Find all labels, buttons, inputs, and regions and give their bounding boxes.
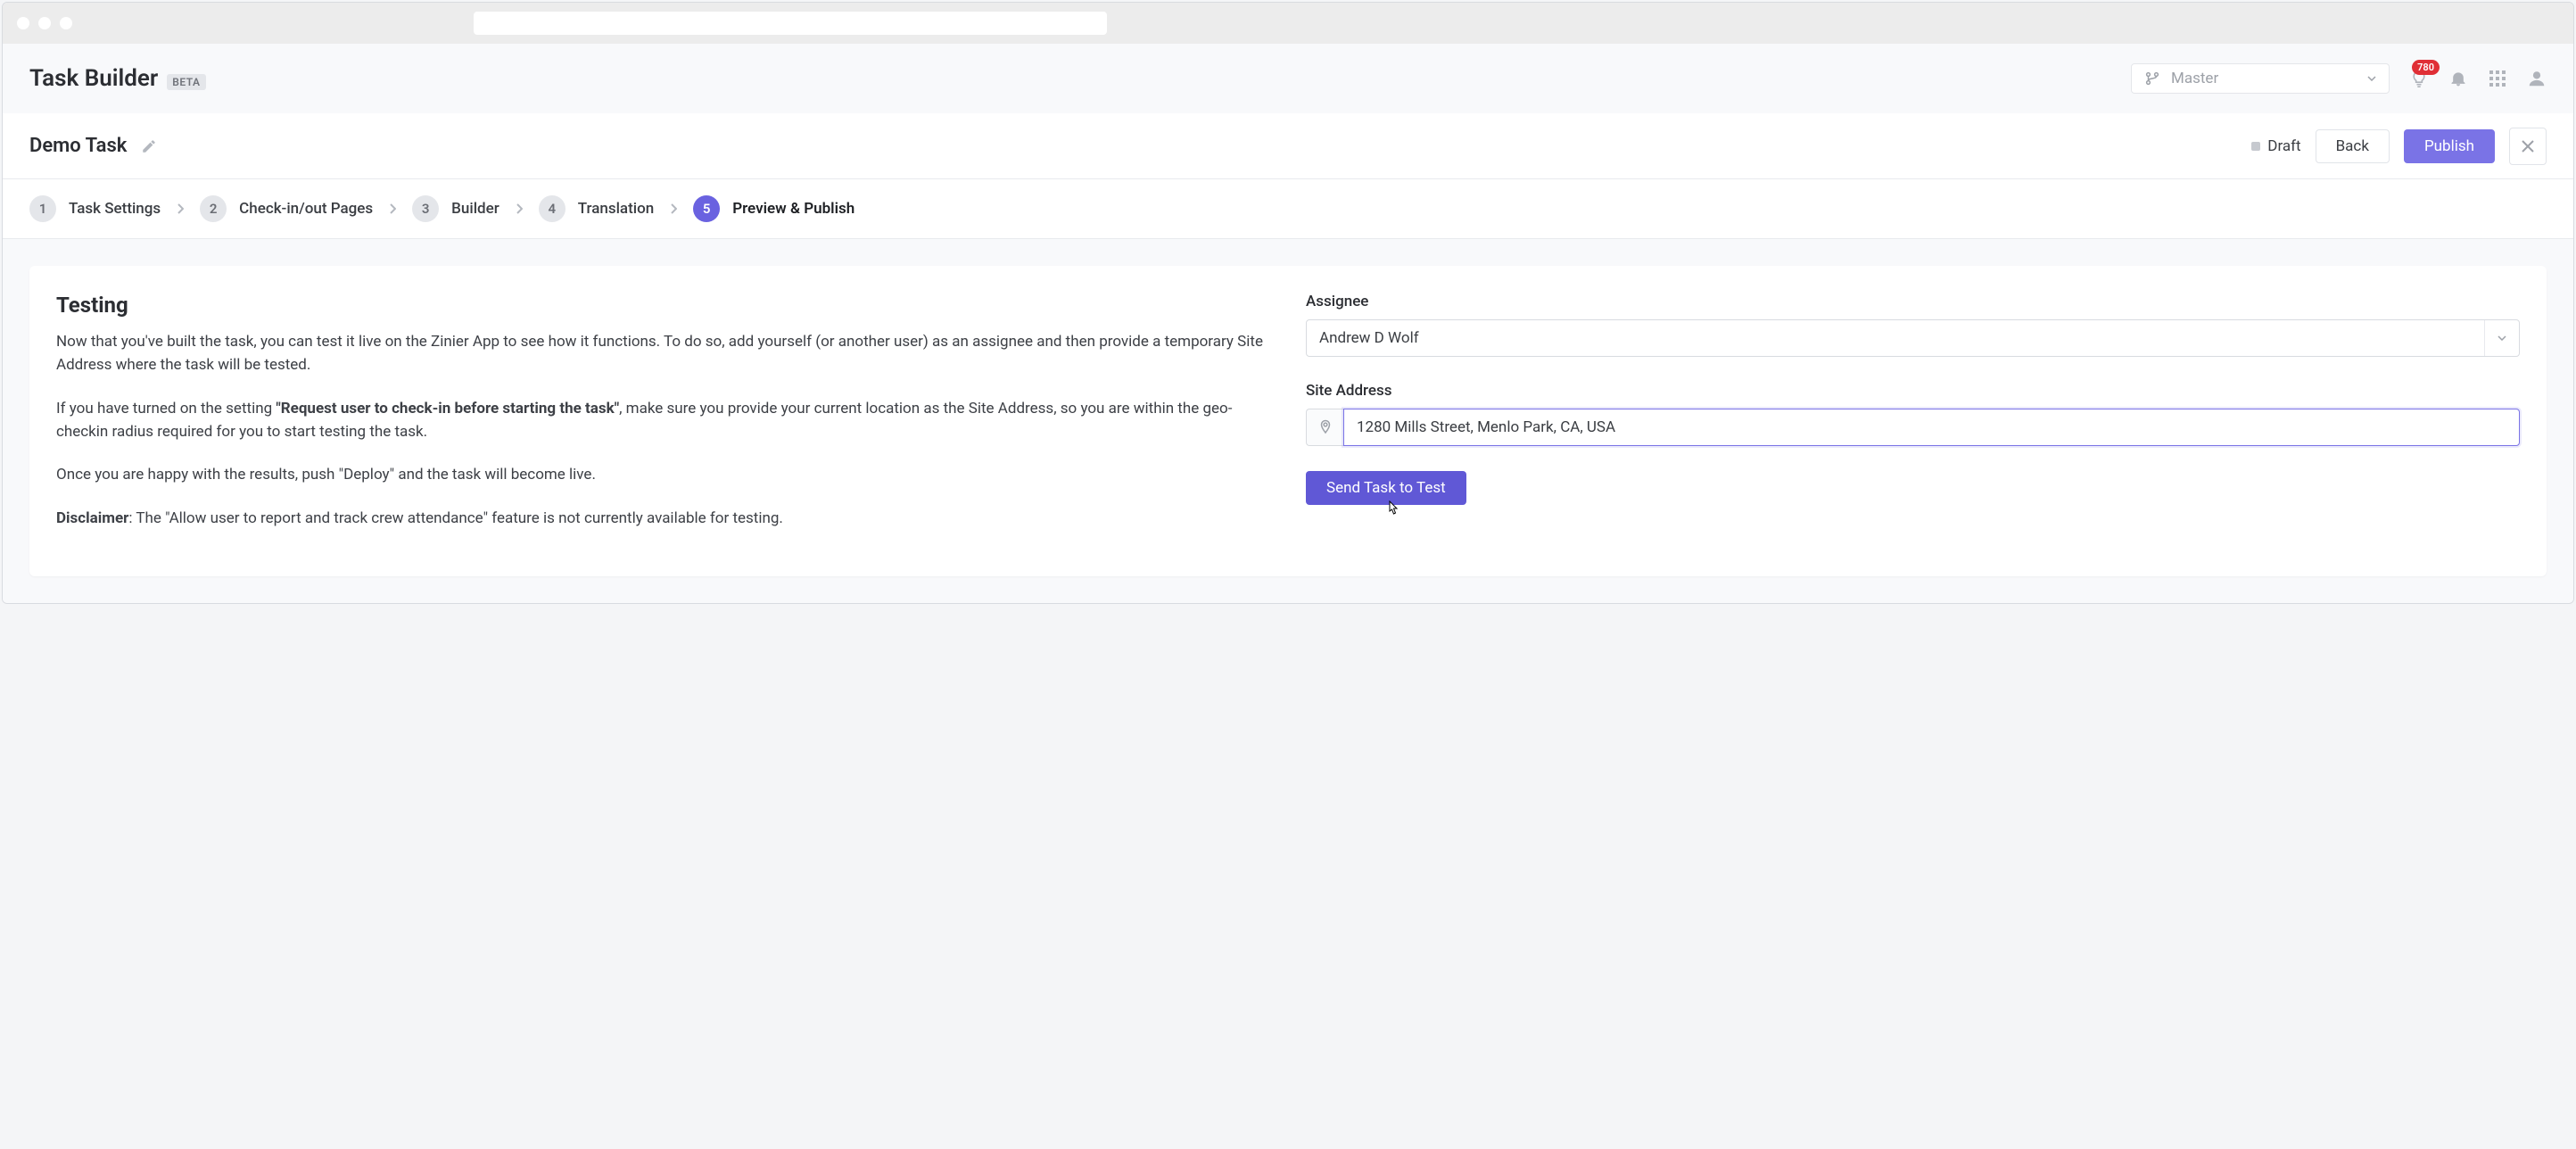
back-button[interactable]: Back: [2316, 129, 2390, 163]
status-indicator: Draft: [2251, 137, 2300, 155]
branch-select[interactable]: Master: [2131, 63, 2390, 94]
edit-task-name-button[interactable]: [141, 138, 157, 154]
omnibox[interactable]: [474, 12, 1107, 35]
step-preview-publish[interactable]: 5 Preview & Publish: [693, 195, 855, 222]
chevron-right-icon: [516, 203, 523, 214]
step-label: Preview & Publish: [732, 200, 855, 218]
notification-badge: 780: [2412, 60, 2440, 75]
task-bar: Demo Task Draft Back Publish: [3, 113, 2573, 179]
step-number: 3: [412, 195, 439, 222]
profile-button[interactable]: [2527, 69, 2547, 88]
step-number: 5: [693, 195, 720, 222]
task-title: Demo Task: [29, 135, 127, 157]
publish-button[interactable]: Publish: [2404, 129, 2495, 163]
assignee-label: Assignee: [1306, 293, 2520, 310]
window-dot: [38, 17, 51, 29]
window-dot: [60, 17, 72, 29]
text: : The "Allow user to report and track cr…: [128, 509, 783, 527]
bell-button[interactable]: [2448, 69, 2468, 88]
window-dot: [17, 17, 29, 29]
beta-badge: BETA: [167, 74, 205, 90]
step-number: 2: [200, 195, 227, 222]
chevron-right-icon: [389, 203, 396, 214]
main-content: Testing Now that you've built the task, …: [3, 239, 2573, 603]
lightbulb-button[interactable]: 780: [2409, 69, 2429, 88]
testing-p3: Once you are happy with the results, pus…: [56, 463, 1270, 486]
step-label: Task Settings: [69, 200, 161, 218]
caret-down-icon: [2484, 320, 2506, 356]
branch-icon: [2144, 70, 2160, 87]
step-number: 1: [29, 195, 56, 222]
testing-p4: Disclaimer: The "Allow user to report an…: [56, 507, 1270, 530]
stepper: 1 Task Settings 2 Check-in/out Pages 3 B…: [3, 179, 2573, 239]
step-translation[interactable]: 4 Translation: [539, 195, 654, 222]
status-dot: [2251, 142, 2260, 151]
step-task-settings[interactable]: 1 Task Settings: [29, 195, 161, 222]
apps-grid-button[interactable]: [2488, 69, 2507, 88]
site-address-label: Site Address: [1306, 382, 2520, 400]
testing-p2: If you have turned on the setting "Reque…: [56, 397, 1270, 444]
chevron-right-icon: [670, 203, 677, 214]
app-title: Task Builder: [29, 65, 158, 92]
close-button[interactable]: [2509, 128, 2547, 165]
browser-chrome: [3, 3, 2573, 44]
app-header: Task Builder BETA Master 780: [3, 44, 2573, 113]
testing-card: Testing Now that you've built the task, …: [29, 266, 2547, 576]
status-label: Draft: [2267, 137, 2300, 155]
cursor-pointer-icon: [1386, 500, 1400, 518]
step-label: Check-in/out Pages: [239, 200, 373, 218]
text: If you have turned on the setting: [56, 400, 276, 417]
testing-p1: Now that you've built the task, you can …: [56, 330, 1270, 377]
site-address-input[interactable]: [1343, 409, 2520, 446]
step-label: Builder: [451, 200, 500, 218]
chevron-right-icon: [177, 203, 184, 214]
assignee-select[interactable]: Andrew D Wolf: [1306, 319, 2520, 357]
branch-label: Master: [2171, 70, 2218, 87]
step-builder[interactable]: 3 Builder: [412, 195, 500, 222]
map-pin-icon: [1306, 409, 1343, 446]
caret-down-icon: [2367, 76, 2376, 81]
step-label: Translation: [578, 200, 654, 218]
assignee-value: Andrew D Wolf: [1319, 329, 1419, 347]
step-checkin-pages[interactable]: 2 Check-in/out Pages: [200, 195, 373, 222]
step-number: 4: [539, 195, 566, 222]
text-bold: "Request user to check-in before startin…: [276, 400, 619, 417]
text-bold: Disclaimer: [56, 509, 128, 527]
testing-title: Testing: [56, 293, 1270, 318]
